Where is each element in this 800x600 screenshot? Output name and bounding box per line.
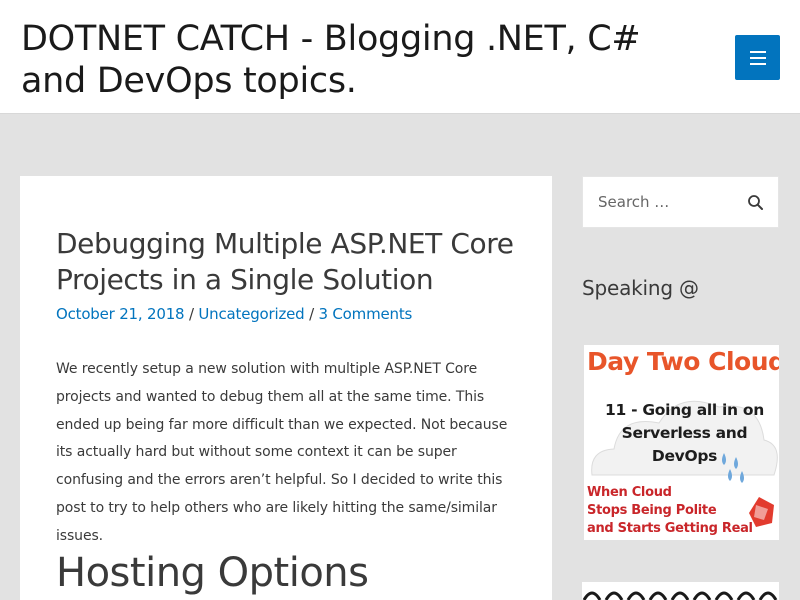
next-sidebar-image[interactable]: [582, 582, 779, 600]
meta-separator: /: [304, 305, 319, 323]
post-body-paragraph: We recently setup a new solution with mu…: [56, 361, 508, 544]
section-heading: Hosting Options: [56, 550, 369, 596]
speaking-widget-title: Speaking @: [582, 276, 699, 300]
site-header: DOTNET CATCH - Blogging .NET, C# and Dev…: [0, 0, 800, 114]
post-meta: October 21, 2018 / Uncategorized / 3 Com…: [56, 304, 412, 324]
site-title-link[interactable]: DOTNET CATCH - Blogging .NET, C# and Dev…: [21, 18, 701, 102]
podcast-subtitle: When Cloud Stops Being Polite and Starts…: [587, 485, 753, 536]
meta-separator: /: [184, 305, 199, 323]
post-comments-link[interactable]: 3 Comments: [319, 305, 413, 323]
search-icon[interactable]: [743, 190, 769, 216]
search-widget: [582, 176, 779, 228]
post-category-link[interactable]: Uncategorized: [198, 305, 304, 323]
menu-toggle-button[interactable]: [735, 35, 780, 80]
podcast-title: Day Two Cloud: [587, 347, 779, 376]
podcast-banner[interactable]: Day Two Cloud 11 - Going all in on Serve…: [584, 345, 779, 540]
post-date-link[interactable]: October 21, 2018: [56, 305, 185, 323]
hamburger-icon: [750, 51, 766, 53]
post-article: Debugging Multiple ASP.NET Core Projects…: [20, 176, 552, 600]
podcast-episode: 11 - Going all in on Serverless and DevO…: [605, 401, 764, 465]
post-title: Debugging Multiple ASP.NET Core Projects…: [56, 227, 514, 296]
search-input[interactable]: [583, 177, 743, 227]
